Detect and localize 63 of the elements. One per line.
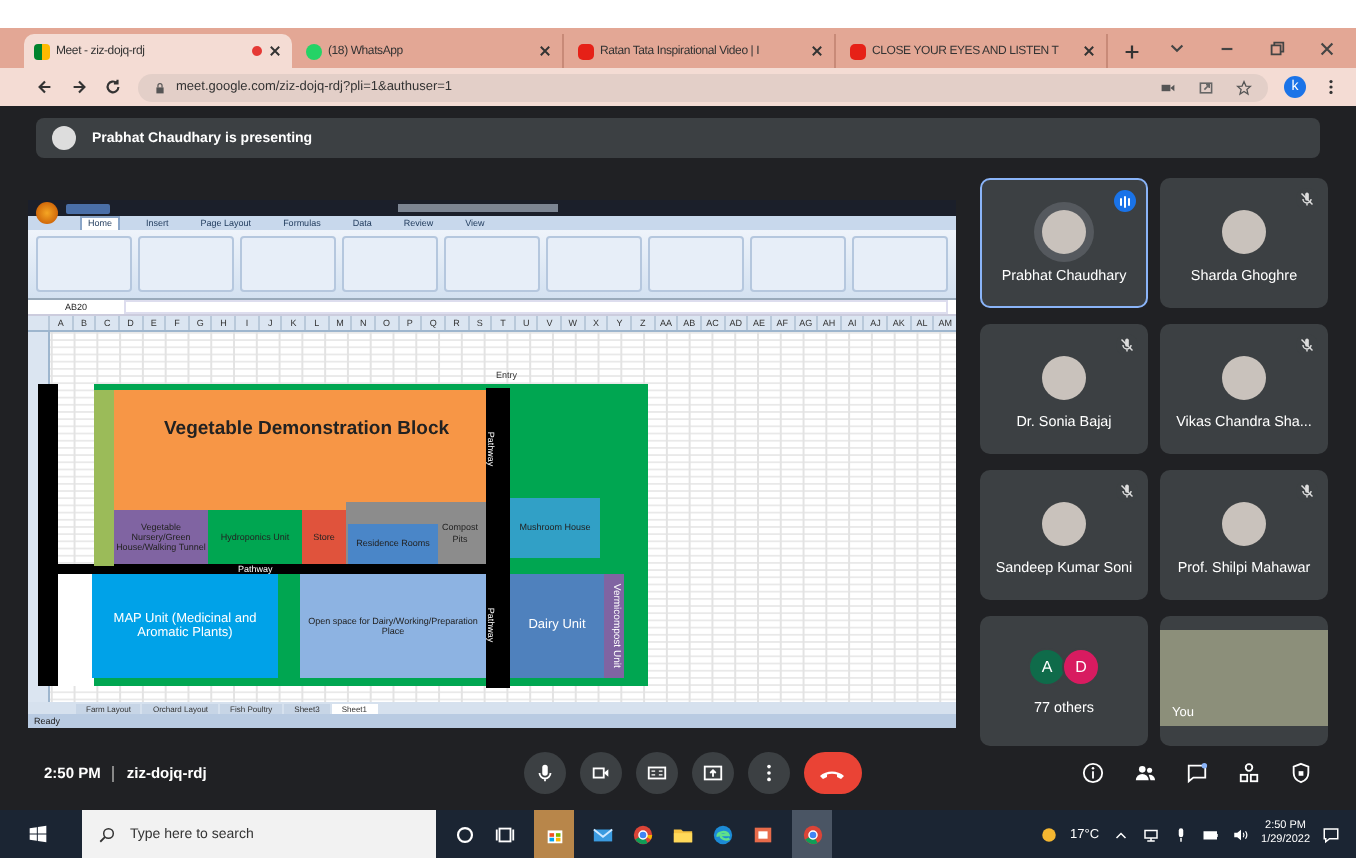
network-icon[interactable]	[1141, 825, 1160, 843]
close-icon[interactable]	[1318, 40, 1336, 58]
shield-icon[interactable]	[1290, 762, 1312, 784]
recording-dot-icon	[252, 46, 262, 56]
chrome-icon[interactable]	[632, 823, 654, 845]
star-icon[interactable]	[1236, 79, 1252, 95]
play-icon	[850, 43, 866, 59]
leave-call-button[interactable]	[804, 752, 862, 794]
close-icon[interactable]	[268, 44, 282, 58]
close-icon[interactable]	[538, 44, 552, 58]
activities-icon[interactable]	[1238, 762, 1260, 784]
camera-button[interactable]	[580, 752, 622, 794]
close-icon[interactable]	[810, 44, 824, 58]
avatar	[1042, 502, 1086, 546]
volume-icon[interactable]	[1231, 825, 1250, 843]
avatar	[1042, 210, 1086, 254]
avatar	[1042, 356, 1086, 400]
initial-avatar: A	[1028, 647, 1066, 685]
camera-icon[interactable]	[1160, 79, 1176, 95]
task-view-icon[interactable]	[494, 823, 516, 845]
avatar	[52, 126, 76, 150]
battery-icon[interactable]	[1201, 825, 1220, 843]
chat-bubble-icon	[306, 43, 322, 59]
captions-button[interactable]	[636, 752, 678, 794]
windows-start-icon[interactable]	[28, 824, 48, 844]
microphone-icon	[534, 762, 556, 784]
chat-icon[interactable]	[1186, 762, 1208, 784]
back-icon[interactable]	[36, 78, 54, 96]
meet-icon	[34, 43, 50, 59]
initial-avatar: D	[1062, 647, 1100, 685]
chevron-icon[interactable]	[1168, 40, 1186, 58]
avatar	[1222, 210, 1266, 254]
slides-icon[interactable]	[752, 823, 774, 845]
empty-plot	[58, 574, 94, 686]
info-icon[interactable]	[1082, 762, 1104, 784]
cortana-icon[interactable]	[454, 823, 476, 845]
share-icon[interactable]	[1198, 79, 1214, 95]
more-options-button[interactable]	[748, 752, 790, 794]
layout-block: Vegetable Demonstration Block	[114, 390, 486, 510]
avatar	[1222, 502, 1266, 546]
weather-icon[interactable]	[1040, 825, 1058, 843]
search-icon	[98, 825, 116, 843]
store-icon[interactable]	[534, 810, 574, 858]
office-button[interactable]	[36, 202, 58, 224]
people-icon[interactable]	[1134, 762, 1156, 784]
play-icon	[578, 43, 594, 59]
close-icon[interactable]	[1082, 44, 1096, 58]
microphone-button[interactable]	[524, 752, 566, 794]
captions-icon	[646, 762, 668, 784]
camera-icon	[590, 762, 612, 784]
forward-icon[interactable]	[70, 78, 88, 96]
new-tab-icon[interactable]	[1124, 44, 1140, 60]
formula-field[interactable]	[124, 300, 948, 314]
restore-icon[interactable]	[1268, 40, 1286, 58]
speaking-icon	[1114, 190, 1136, 212]
notification-icon[interactable]	[1322, 825, 1340, 843]
reload-icon[interactable]	[104, 78, 122, 96]
present-button[interactable]	[692, 752, 734, 794]
avatar	[1222, 356, 1266, 400]
edge-icon[interactable]	[712, 823, 734, 845]
lock-icon	[154, 81, 166, 93]
present-icon	[702, 762, 724, 784]
mail-icon[interactable]	[592, 823, 614, 845]
